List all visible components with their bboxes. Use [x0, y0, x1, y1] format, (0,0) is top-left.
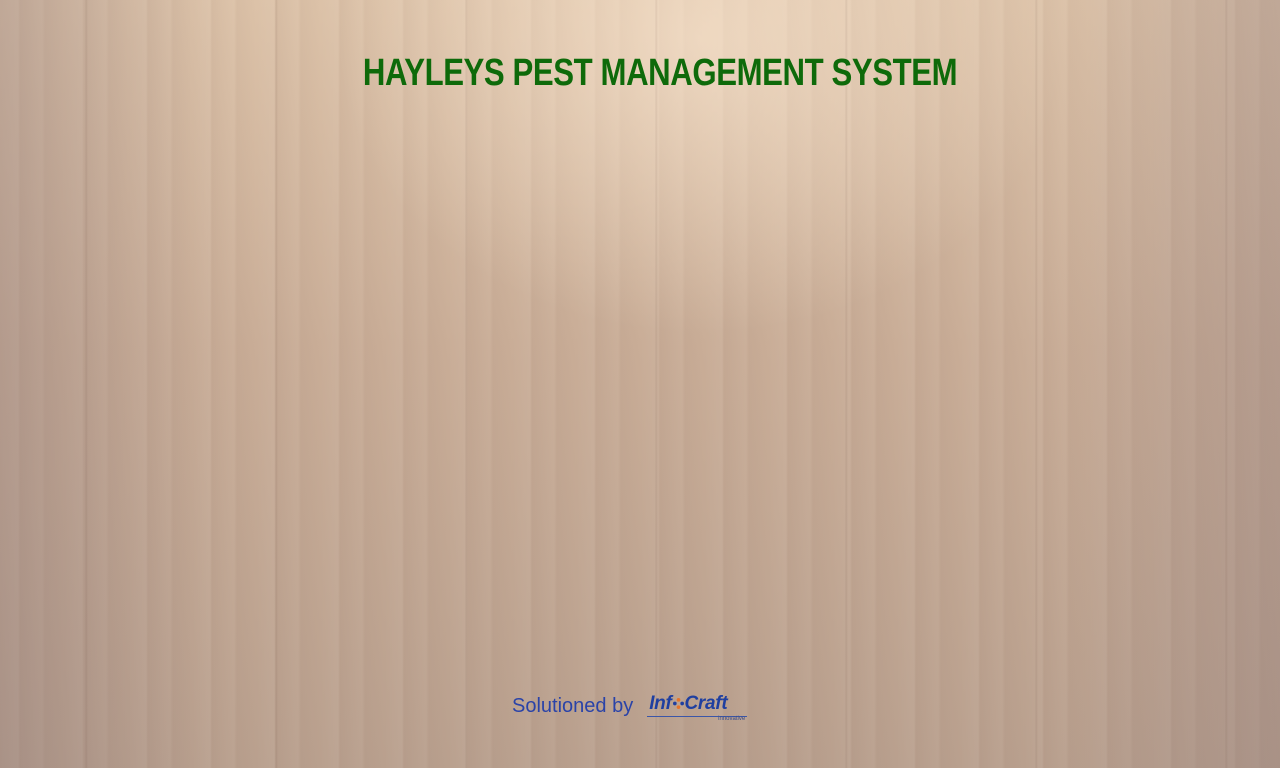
logo-text-left: Inf — [649, 693, 672, 714]
infocraft-logo: Inf Craft innovative — [647, 691, 748, 722]
wood-plank-lines — [0, 0, 1280, 768]
logo-text-right: Craft — [684, 693, 728, 714]
page-title: HAYLEYS PEST MANAGEMENT SYSTEM — [362, 52, 958, 94]
credit-text: Solutioned by — [512, 694, 634, 717]
logo-wordmark: Inf Craft — [649, 693, 727, 715]
footer-credit: Solutioned by Inf Craft innovative — [512, 688, 748, 724]
diamond-dots-icon — [672, 698, 684, 709]
logo-tagline: innovative — [718, 716, 746, 722]
